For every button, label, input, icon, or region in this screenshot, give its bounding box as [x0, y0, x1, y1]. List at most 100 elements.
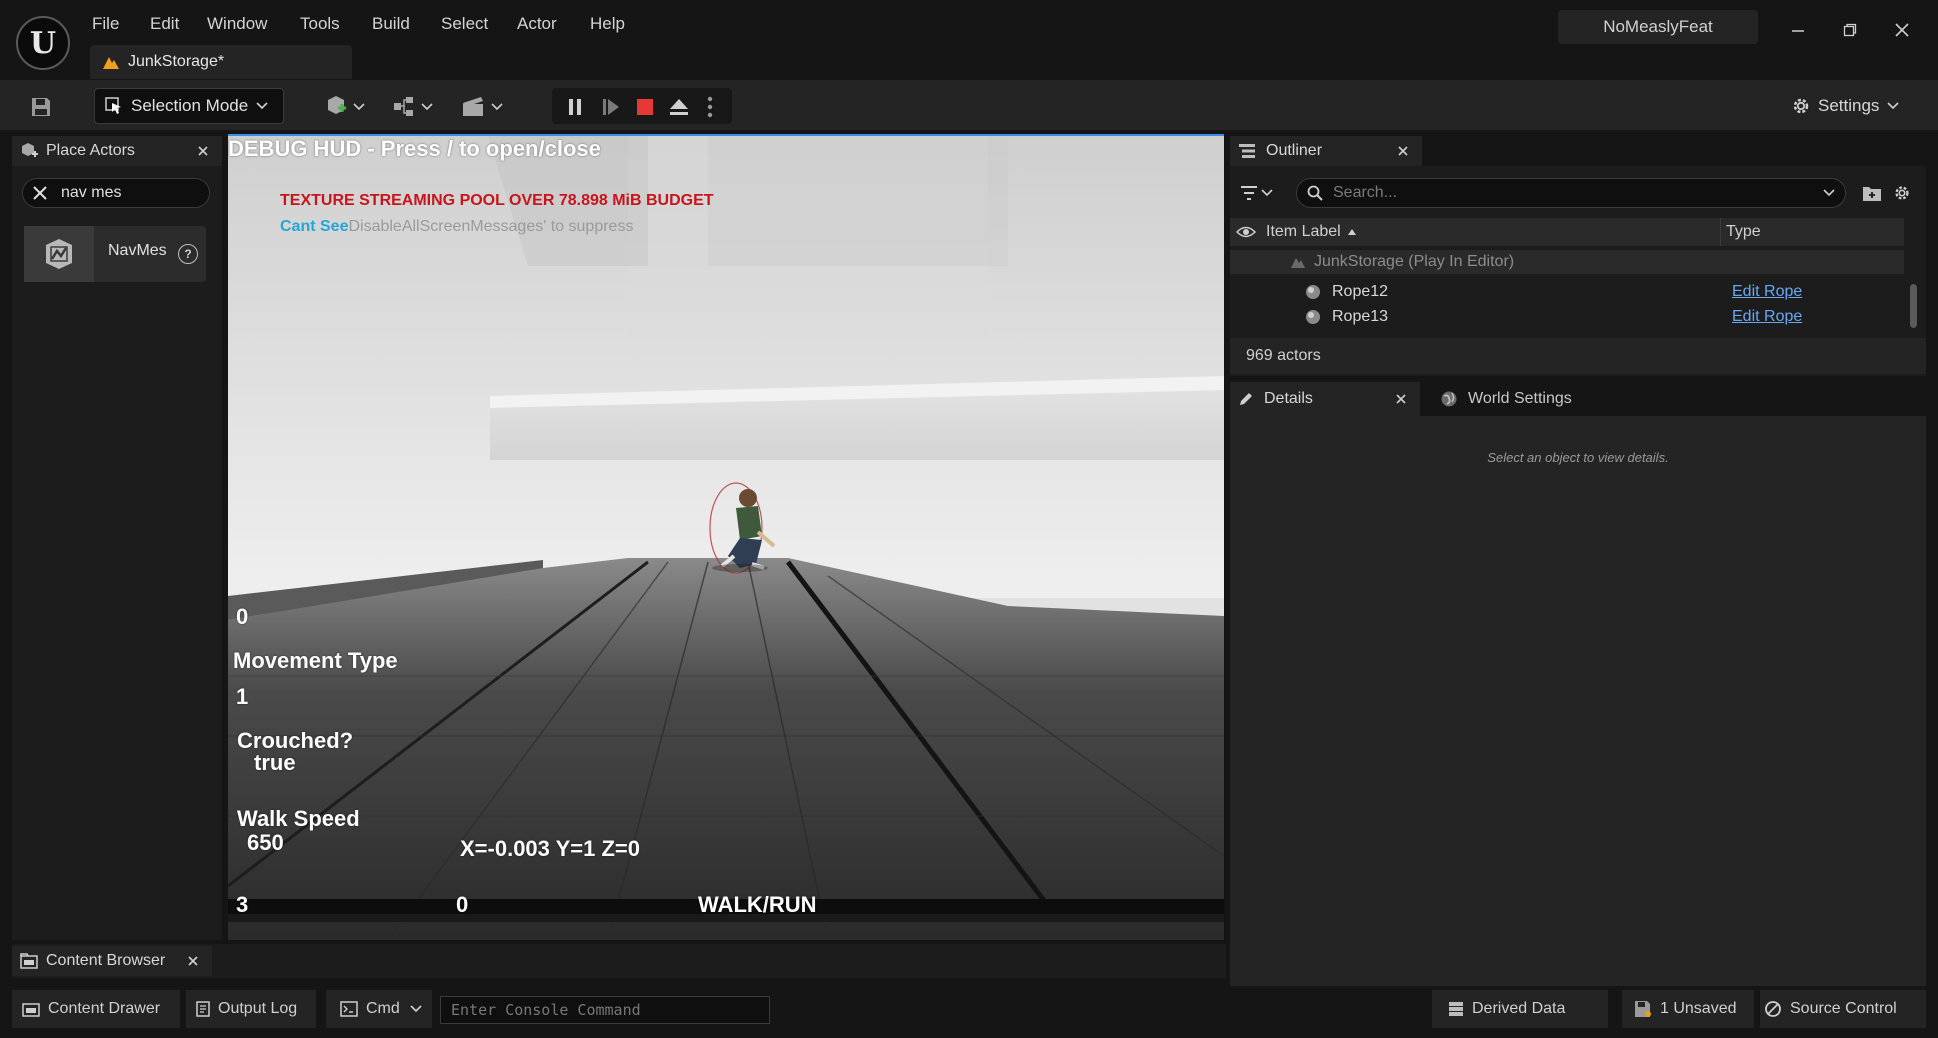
content-drawer-button[interactable]: Content Drawer	[12, 990, 180, 1028]
clear-search-icon[interactable]	[33, 186, 47, 200]
hud-counter-bottom-mid: 0	[456, 892, 469, 917]
filter-icon	[1240, 185, 1274, 201]
tree-row-label: Rope13	[1332, 308, 1389, 325]
screen-message: Cant See DisableAllScreenMessages' to su…	[280, 218, 633, 236]
level-tab[interactable]: JunkStorage*	[90, 45, 352, 79]
viewport-scene	[228, 136, 1224, 940]
details-tab[interactable]: Details	[1230, 382, 1420, 416]
details-empty-message: Select an object to view details.	[1487, 450, 1669, 465]
content-browser-tab[interactable]: Content Browser	[12, 946, 212, 976]
tree-row-root-label: JunkStorage (Play In Editor)	[1314, 253, 1515, 270]
outliner-search-input[interactable]: Search...	[1296, 178, 1846, 208]
movement-mode-label: WALK/RUN	[698, 892, 817, 917]
close-window-icon[interactable]	[1882, 14, 1922, 46]
cmd-dropdown[interactable]: Cmd	[326, 990, 432, 1028]
edit-rope-link[interactable]: Edit Rope	[1732, 308, 1802, 326]
menu-edit[interactable]: Edit	[150, 12, 179, 36]
movement-type-value: 1	[236, 684, 249, 709]
selection-mode-dropdown[interactable]: Selection Mode	[94, 88, 284, 124]
details-title: Details	[1264, 390, 1313, 407]
source-control-button[interactable]: Source Control	[1760, 990, 1926, 1028]
unsaved-icon	[1634, 1000, 1652, 1018]
place-actors-title: Place Actors	[46, 142, 135, 159]
details-panel	[1230, 382, 1926, 986]
close-panel-icon[interactable]	[1396, 394, 1406, 404]
close-panel-icon[interactable]	[188, 956, 198, 966]
level-tab-label: JunkStorage*	[128, 53, 225, 70]
tree-row[interactable]: Rope12 Edit Rope	[1230, 280, 1904, 304]
column-divider[interactable]	[1720, 218, 1721, 246]
place-actors-search[interactable]: nav mes	[22, 178, 210, 208]
tree-row[interactable]: Rope13 Edit Rope	[1230, 305, 1904, 329]
close-panel-icon[interactable]	[198, 146, 208, 156]
chevron-down-icon	[410, 1005, 422, 1013]
cinematics-button[interactable]	[458, 92, 508, 122]
column-type[interactable]: Type	[1726, 223, 1761, 241]
level-icon	[102, 54, 120, 70]
place-actors-search-value: nav mes	[61, 184, 122, 201]
unsaved-button[interactable]: 1 Unsaved	[1622, 990, 1754, 1028]
outliner-icon	[1238, 143, 1256, 159]
console-command-input[interactable]: Enter Console Command	[440, 996, 770, 1024]
column-item-label[interactable]: Item Label	[1266, 223, 1341, 241]
unsaved-label: 1 Unsaved	[1660, 1000, 1737, 1017]
unreal-logo-icon[interactable]: U	[16, 16, 70, 70]
actor-count-bar: 969 actors	[1230, 338, 1926, 374]
output-log-label: Output Log	[218, 1000, 298, 1017]
settings-label: Settings	[1818, 96, 1880, 115]
chevron-down-icon	[256, 102, 268, 110]
pencil-icon	[1238, 391, 1254, 407]
walk-speed-value: 650	[247, 830, 284, 855]
close-panel-icon[interactable]	[1398, 146, 1408, 156]
restore-icon[interactable]	[1830, 14, 1870, 46]
hud-counter-top: 0	[236, 604, 249, 629]
pause-icon[interactable]	[560, 92, 590, 122]
outliner-scrollbar[interactable]	[1910, 284, 1917, 328]
play-options-icon[interactable]	[700, 92, 720, 122]
project-name: NoMeaslyFeat	[1558, 10, 1758, 44]
character-coordinates: X=-0.003 Y=1 Z=0	[460, 836, 641, 861]
sort-ascending-icon	[1347, 228, 1357, 236]
menu-window[interactable]: Window	[207, 12, 267, 36]
eye-icon[interactable]	[1236, 225, 1256, 239]
content-browser-title: Content Browser	[46, 952, 166, 969]
cmd-label: Cmd	[366, 1000, 400, 1017]
settings-button[interactable]: Settings	[1790, 88, 1910, 124]
blueprint-menu-button[interactable]	[390, 92, 438, 122]
terminal-icon	[340, 1001, 358, 1017]
add-folder-icon[interactable]	[1862, 182, 1884, 204]
walk-speed-label: Walk Speed	[237, 806, 360, 831]
tree-row-root[interactable]: JunkStorage (Play In Editor)	[1230, 250, 1904, 274]
menu-actor[interactable]: Actor	[517, 12, 557, 36]
filter-button[interactable]	[1240, 180, 1286, 206]
rope-actor-icon	[1304, 308, 1322, 326]
eject-icon[interactable]	[664, 92, 694, 122]
minimize-icon[interactable]	[1778, 14, 1818, 46]
help-icon[interactable]: ?	[178, 244, 198, 264]
menu-select[interactable]: Select	[441, 12, 488, 36]
gear-icon[interactable]	[1892, 182, 1914, 204]
stop-icon[interactable]	[630, 92, 660, 122]
add-actor-button[interactable]	[322, 92, 370, 122]
debug-hud-title: DEBUG HUD - Press / to open/close	[228, 136, 601, 161]
menu-file[interactable]: File	[92, 12, 119, 36]
content-browser-icon	[20, 953, 38, 969]
chevron-down-icon	[1887, 102, 1900, 110]
source-control-label: Source Control	[1790, 1000, 1897, 1017]
edit-rope-link[interactable]: Edit Rope	[1732, 283, 1802, 301]
step-forward-icon[interactable]	[596, 92, 626, 122]
rope-actor-icon	[1304, 283, 1322, 301]
outliner-tab[interactable]: Outliner	[1230, 136, 1422, 166]
menu-help[interactable]: Help	[590, 12, 625, 36]
menu-build[interactable]: Build	[372, 12, 410, 36]
place-actors-tab[interactable]: Place Actors	[12, 136, 222, 166]
hud-counter-bottom-left: 3	[236, 892, 249, 917]
output-log-button[interactable]: Output Log	[186, 990, 316, 1028]
level-viewport[interactable]: DEBUG HUD - Press / to open/close TEXTUR…	[228, 136, 1224, 940]
world-settings-tab[interactable]: World Settings	[1430, 382, 1620, 416]
save-icon[interactable]	[26, 92, 56, 122]
chevron-down-icon[interactable]	[1823, 189, 1835, 197]
outliner-column-header: Item Label Type	[1230, 218, 1904, 246]
derived-data-button[interactable]: Derived Data	[1432, 990, 1608, 1028]
menu-tools[interactable]: Tools	[300, 12, 340, 36]
